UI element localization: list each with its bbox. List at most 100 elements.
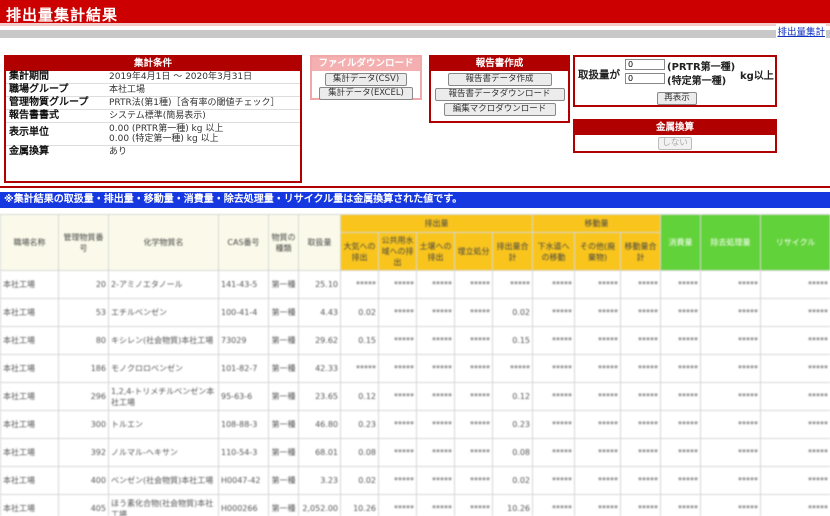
table-row: 本社工場 300 トルエン 108-88-3 第一種 46.80 0.23 ***** ****… xyxy=(0,410,830,439)
table-row: 本社工場 400 ベンゼン(社会物質)本社工場 H0047-42 第一種 3.23 0.02… xyxy=(0,466,830,495)
col-removal: 除去処理量 xyxy=(700,214,762,271)
cell-etotal: 0.12 xyxy=(491,382,534,411)
cell-kind: 第一種 xyxy=(268,354,299,383)
cell-etotal: 0.15 xyxy=(491,326,534,355)
table-row: 本社工場 20 2-アミノエタノール 141-43-5 第一種 25.10 ***** ***… xyxy=(0,270,830,299)
cell-cas: 101-82-7 xyxy=(218,354,269,383)
cell-etotal: 0.02 xyxy=(491,298,534,327)
cell-kind: 第一種 xyxy=(268,438,299,467)
amount-unit: kg以上 xyxy=(740,71,774,82)
col-landfill: 埋立処分 xyxy=(454,232,493,271)
cell-etotal: ***** xyxy=(491,270,534,299)
cell-kind: 第一種 xyxy=(268,270,299,299)
cell-chem: キシレン(社会物質)本社工場 xyxy=(108,326,219,355)
redisplay-button[interactable]: 再表示 xyxy=(657,92,697,105)
unit-specific: 0.00 (特定第一種) kg 以上 xyxy=(109,134,219,144)
cell-rec: ***** xyxy=(760,354,830,383)
specific-threshold-input[interactable] xyxy=(625,73,665,84)
cell-rec: ***** xyxy=(760,410,830,439)
cell-rec: ***** xyxy=(760,382,830,411)
cell-air: 0.15 xyxy=(340,326,379,355)
cell-other: ***** xyxy=(574,438,622,467)
cell-cons: ***** xyxy=(660,326,702,355)
cell-rem: ***** xyxy=(700,270,762,299)
cell-water: ***** xyxy=(378,438,417,467)
col-sewer: 下水道への移動 xyxy=(532,232,576,271)
download-excel-button[interactable]: 集計データ(EXCEL) xyxy=(319,87,413,100)
cell-rem: ***** xyxy=(700,298,762,327)
cell-kind: 第一種 xyxy=(268,466,299,495)
cell-sewer: ***** xyxy=(532,382,576,411)
download-macro-button[interactable]: 編集マクロダウンロード xyxy=(443,103,556,116)
cell-landfill: ***** xyxy=(454,410,493,439)
condition-row: 報告書書式 システム標準(簡易表示) xyxy=(6,110,300,123)
cell-landfill: ***** xyxy=(454,298,493,327)
prtr-threshold-input[interactable] xyxy=(625,59,665,70)
cell-cas: 100-41-4 xyxy=(218,298,269,327)
metal-conversion-header: 金属換算 xyxy=(575,121,775,135)
title-underline xyxy=(0,30,830,38)
condition-value: システム標準(簡易表示) xyxy=(109,111,206,121)
cell-rec: ***** xyxy=(760,270,830,299)
cell-etotal: 0.23 xyxy=(491,410,534,439)
cell-workplace: 本社工場 xyxy=(0,438,59,467)
cell-soil: ***** xyxy=(416,326,455,355)
table-row: 本社工場 53 エチルベンゼン 100-41-4 第一種 4.43 0.02 ***** ***… xyxy=(0,298,830,327)
table-row: 本社工場 80 キシレン(社会物質)本社工場 73029 第一種 29.62 0.15 ***… xyxy=(0,326,830,355)
cell-cas: 110-54-3 xyxy=(218,438,269,467)
cell-water: ***** xyxy=(378,326,417,355)
cell-soil: ***** xyxy=(416,494,455,516)
download-report-data-button[interactable]: 報告書データダウンロード xyxy=(434,88,565,101)
condition-key: 職場グループ xyxy=(9,84,69,95)
col-handling: 取扱量 xyxy=(298,214,341,271)
cell-rem: ***** xyxy=(700,410,762,439)
col-chemical: 化学物質名 xyxy=(108,214,219,271)
col-soil: 土壌への排出 xyxy=(416,232,455,271)
col-kind: 物質の種類 xyxy=(268,214,299,271)
cell-chem: 1,2,4-トリメチルベンゼン本社工場 xyxy=(108,382,219,411)
col-emission-total: 排出量合計 xyxy=(491,232,534,271)
metal-conversion-toggle[interactable]: しない xyxy=(658,137,692,150)
col-other: その他(廃棄物) xyxy=(574,232,622,271)
cell-water: ***** xyxy=(378,382,417,411)
title-bar: 排出量集計結果 xyxy=(0,0,830,26)
cell-chem: ノルマル-ヘキサン xyxy=(108,438,219,467)
download-csv-button[interactable]: 集計データ(CSV) xyxy=(325,73,407,86)
cell-workplace: 本社工場 xyxy=(0,270,59,299)
condition-key: 集計期間 xyxy=(9,71,49,82)
conditions-table: 集計期間 2019年4月1日 〜 2020年3月31日 職場グループ 本社工場 … xyxy=(6,71,300,158)
cell-cas: 73029 xyxy=(218,326,269,355)
cell-landfill: ***** xyxy=(454,270,493,299)
col-cas: CAS番号 xyxy=(218,214,269,271)
cell-landfill: ***** xyxy=(454,438,493,467)
condition-row: 表示単位 0.00 (PRTR第一種) kg 以上 0.00 (特定第一種) k… xyxy=(6,123,300,146)
cell-etotal: 0.08 xyxy=(491,438,534,467)
cell-handling: 23.65 xyxy=(298,382,341,411)
cell-cons: ***** xyxy=(660,354,702,383)
cell-air: 0.02 xyxy=(340,298,379,327)
cell-ttotal: ***** xyxy=(620,382,662,411)
cell-kind: 第一種 xyxy=(268,298,299,327)
cell-rem: ***** xyxy=(700,438,762,467)
cell-air: 0.23 xyxy=(340,410,379,439)
unit-prtr: 0.00 (PRTR第一種) kg 以上 xyxy=(109,124,224,134)
cell-ttotal: ***** xyxy=(620,354,662,383)
col-consumption: 消費量 xyxy=(660,214,702,271)
conditions-panel: 集計条件 集計期間 2019年4月1日 〜 2020年3月31日 職場グループ … xyxy=(4,55,302,183)
condition-row: 集計期間 2019年4月1日 〜 2020年3月31日 xyxy=(6,71,300,84)
cell-rem: ***** xyxy=(700,382,762,411)
cell-other: ***** xyxy=(574,410,622,439)
condition-value: あり xyxy=(109,147,128,157)
cell-workplace: 本社工場 xyxy=(0,354,59,383)
cell-cons: ***** xyxy=(660,270,702,299)
cell-no: 53 xyxy=(58,298,109,327)
conditions-header: 集計条件 xyxy=(6,57,300,71)
condition-key: 管理物質グループ xyxy=(9,97,89,108)
cell-landfill: ***** xyxy=(454,466,493,495)
cell-other: ***** xyxy=(574,270,622,299)
cell-chem: 2-アミノエタノール xyxy=(108,270,219,299)
specific-note: (特定第一種) xyxy=(667,76,727,87)
create-report-data-button[interactable]: 報告書データ作成 xyxy=(447,73,552,86)
col-transfer-total: 移動量合計 xyxy=(620,232,662,271)
emission-summary-link[interactable]: 排出量集計 xyxy=(776,24,826,38)
